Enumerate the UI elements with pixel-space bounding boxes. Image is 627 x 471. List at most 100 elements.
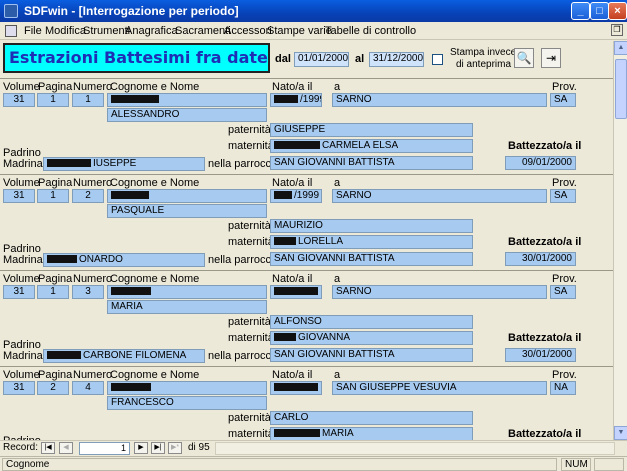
pagina-field[interactable]: 1 xyxy=(37,189,69,203)
redacted-mark xyxy=(274,237,296,246)
menu-strumenti[interactable]: Strumenti xyxy=(83,25,130,37)
birth-date-field[interactable] xyxy=(270,285,322,299)
redacted-mark xyxy=(274,191,292,200)
birth-place-field[interactable]: SARNO xyxy=(332,93,547,107)
prov-field[interactable]: NA xyxy=(550,381,576,395)
father-field[interactable]: GIUSEPPE xyxy=(270,123,473,137)
father-field[interactable]: CARLO xyxy=(270,411,473,425)
last-record-button[interactable]: ▶| xyxy=(151,442,165,454)
a-label: a xyxy=(334,81,341,93)
madrina-field[interactable]: CARBONE FILOMENA xyxy=(43,349,205,363)
menu-accessori[interactable]: Accessori xyxy=(224,25,272,37)
first-name-field[interactable]: FRANCESCO xyxy=(107,396,267,410)
numero-field[interactable]: 4 xyxy=(72,381,104,395)
first-name-field[interactable]: ALESSANDRO xyxy=(107,108,267,122)
first-record-button[interactable]: |◀ xyxy=(41,442,55,454)
prov-field[interactable]: SA xyxy=(550,285,576,299)
menu-modifica[interactable]: Modifica xyxy=(45,25,86,37)
window-title-bar[interactable]: SDFwin - [Interrogazione per periodo] _ … xyxy=(0,0,627,22)
pagina-label: Pagina xyxy=(38,273,73,285)
vertical-scrollbar[interactable]: ▲ ▼ xyxy=(613,41,627,440)
to-date-input[interactable]: 31/12/2000 xyxy=(369,52,424,67)
mother-field[interactable]: LORELLA xyxy=(270,235,473,249)
paternita-label: paternità xyxy=(228,220,271,232)
nato-il-label: Nato/a il xyxy=(272,273,313,285)
print-instead-label-1: Stampa invece xyxy=(450,47,517,58)
prov-field[interactable]: SA xyxy=(550,189,576,203)
print-instead-checkbox[interactable] xyxy=(432,54,443,65)
surname-field[interactable] xyxy=(107,189,267,203)
numero-field[interactable]: 3 xyxy=(72,285,104,299)
prov-field[interactable]: SA xyxy=(550,93,576,107)
parish-field[interactable]: SAN GIOVANNI BATTISTA xyxy=(270,348,473,362)
madrina-field[interactable]: IUSEPPE xyxy=(43,157,205,171)
next-record-button[interactable]: ▶ xyxy=(134,442,148,454)
menu-bar: File Modifica Strumenti Anagrafica Sacra… xyxy=(0,22,627,40)
previous-record-button[interactable]: ◀ xyxy=(59,442,73,454)
current-record-input[interactable]: 1 xyxy=(79,442,130,455)
surname-field[interactable] xyxy=(107,381,267,395)
birth-date-field[interactable] xyxy=(270,381,322,395)
scroll-down-icon[interactable]: ▼ xyxy=(614,426,627,440)
mdi-restore-icon[interactable]: ❐ xyxy=(611,24,623,36)
numero-field[interactable]: 1 xyxy=(72,93,104,107)
menu-sacramenti[interactable]: Sacramenti xyxy=(175,25,231,37)
menu-tabelle-di-controllo[interactable]: Tabelle di controllo xyxy=(325,25,416,37)
redacted-mark xyxy=(274,333,296,342)
surname-field[interactable] xyxy=(107,285,267,299)
parish-field[interactable]: SAN GIOVANNI BATTISTA xyxy=(270,252,473,266)
volume-field[interactable]: 31 xyxy=(3,93,35,107)
document-icon[interactable] xyxy=(5,25,17,37)
menu-anagrafica[interactable]: Anagrafica xyxy=(125,25,178,37)
first-name-field[interactable]: MARIA xyxy=(107,300,267,314)
volume-field[interactable]: 31 xyxy=(3,189,35,203)
baptism-date-field[interactable]: 09/01/2000 xyxy=(505,156,576,170)
birth-place-field[interactable]: SARNO xyxy=(332,285,547,299)
parish-field[interactable]: SAN GIOVANNI BATTISTA xyxy=(270,156,473,170)
birth-date-field[interactable]: /1999 xyxy=(270,93,322,107)
menu-file[interactable]: File xyxy=(24,25,42,37)
from-date-input[interactable]: 01/01/2000 xyxy=(294,52,349,67)
menu-stampe-varie[interactable]: Stampe varie xyxy=(267,25,332,37)
mother-field[interactable]: GIOVANNA xyxy=(270,331,473,345)
battezzato-label: Battezzato/a il xyxy=(508,140,582,152)
redacted-mark xyxy=(274,141,320,150)
madrina-field[interactable]: ONARDO xyxy=(43,253,205,267)
minimize-button[interactable]: _ xyxy=(571,2,590,20)
birth-date-field[interactable]: /1999 xyxy=(270,189,322,203)
exit-button[interactable]: ⇥ xyxy=(541,48,561,68)
new-record-button[interactable]: ▶* xyxy=(168,442,182,454)
a-label: a xyxy=(334,177,341,189)
baptism-date-field[interactable]: 30/01/2000 xyxy=(505,348,576,362)
horizontal-scrollbar[interactable] xyxy=(215,442,615,455)
print-preview-button[interactable]: 🔍 xyxy=(514,48,534,68)
pagina-field[interactable]: 1 xyxy=(37,285,69,299)
first-name-field[interactable]: PASQUALE xyxy=(107,204,267,218)
birth-place-field[interactable]: SARNO xyxy=(332,189,547,203)
mother-field[interactable]: MARIA xyxy=(270,427,473,440)
madrina-label: Madrina xyxy=(3,254,43,266)
maximize-button[interactable]: □ xyxy=(590,2,609,20)
volume-field[interactable]: 31 xyxy=(3,285,35,299)
exit-door-icon: ⇥ xyxy=(545,51,557,65)
scroll-thumb[interactable] xyxy=(615,59,627,119)
scroll-up-icon[interactable]: ▲ xyxy=(614,41,627,55)
father-field[interactable]: ALFONSO xyxy=(270,315,473,329)
mother-field[interactable]: CARMELA ELSA xyxy=(270,139,473,153)
volume-label: Volume xyxy=(3,273,40,285)
volume-label: Volume xyxy=(3,81,40,93)
redacted-mark xyxy=(111,95,159,104)
baptism-date-field[interactable]: 30/01/2000 xyxy=(505,252,576,266)
surname-field[interactable] xyxy=(107,93,267,107)
pagina-field[interactable]: 2 xyxy=(37,381,69,395)
volume-field[interactable]: 31 xyxy=(3,381,35,395)
pagina-field[interactable]: 1 xyxy=(37,93,69,107)
close-button[interactable]: × xyxy=(608,2,627,20)
battezzato-label: Battezzato/a il xyxy=(508,428,582,440)
father-field[interactable]: MAURIZIO xyxy=(270,219,473,233)
birth-place-field[interactable]: SAN GIUSEPPE VESUVIA xyxy=(332,381,547,395)
from-label: dal xyxy=(275,53,291,65)
numero-field[interactable]: 2 xyxy=(72,189,104,203)
battezzato-label: Battezzato/a il xyxy=(508,236,582,248)
a-label: a xyxy=(334,273,341,285)
